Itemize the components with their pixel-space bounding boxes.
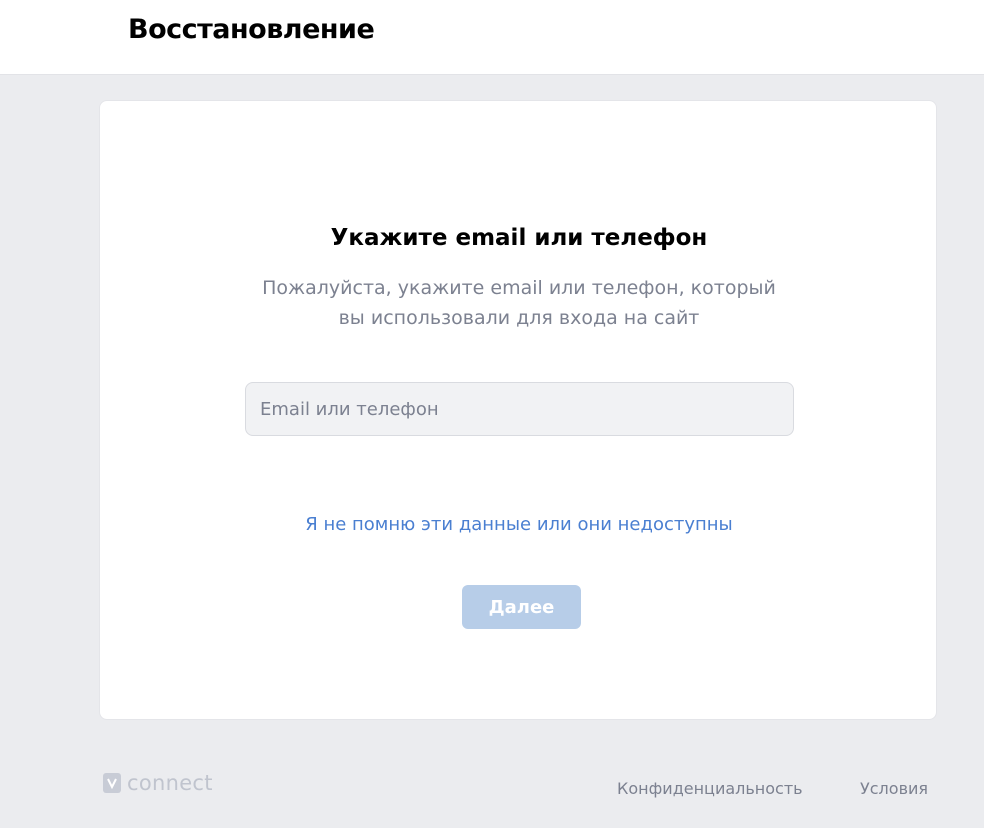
card-title: Укажите email или телефон (330, 225, 708, 251)
page-title: Восстановление (128, 14, 375, 45)
recovery-card: Укажите email или телефон Пожалуйста, ук… (99, 100, 937, 720)
header: Восстановление (0, 0, 984, 75)
logo-text: connect (127, 771, 213, 795)
email-phone-field-wrapper (245, 382, 794, 436)
card-description: Пожалуйста, укажите email или телефон, к… (262, 277, 776, 329)
forgot-credentials-link[interactable]: Я не помню эти данные или они недоступны (100, 514, 938, 535)
connect-logo-icon (103, 773, 121, 793)
next-button[interactable]: Далее (462, 585, 581, 629)
connect-logo-button[interactable]: connect (103, 770, 213, 796)
privacy-link[interactable]: Конфиденциальность (617, 779, 803, 798)
email-phone-input[interactable] (246, 383, 793, 435)
terms-link[interactable]: Условия (860, 779, 928, 798)
